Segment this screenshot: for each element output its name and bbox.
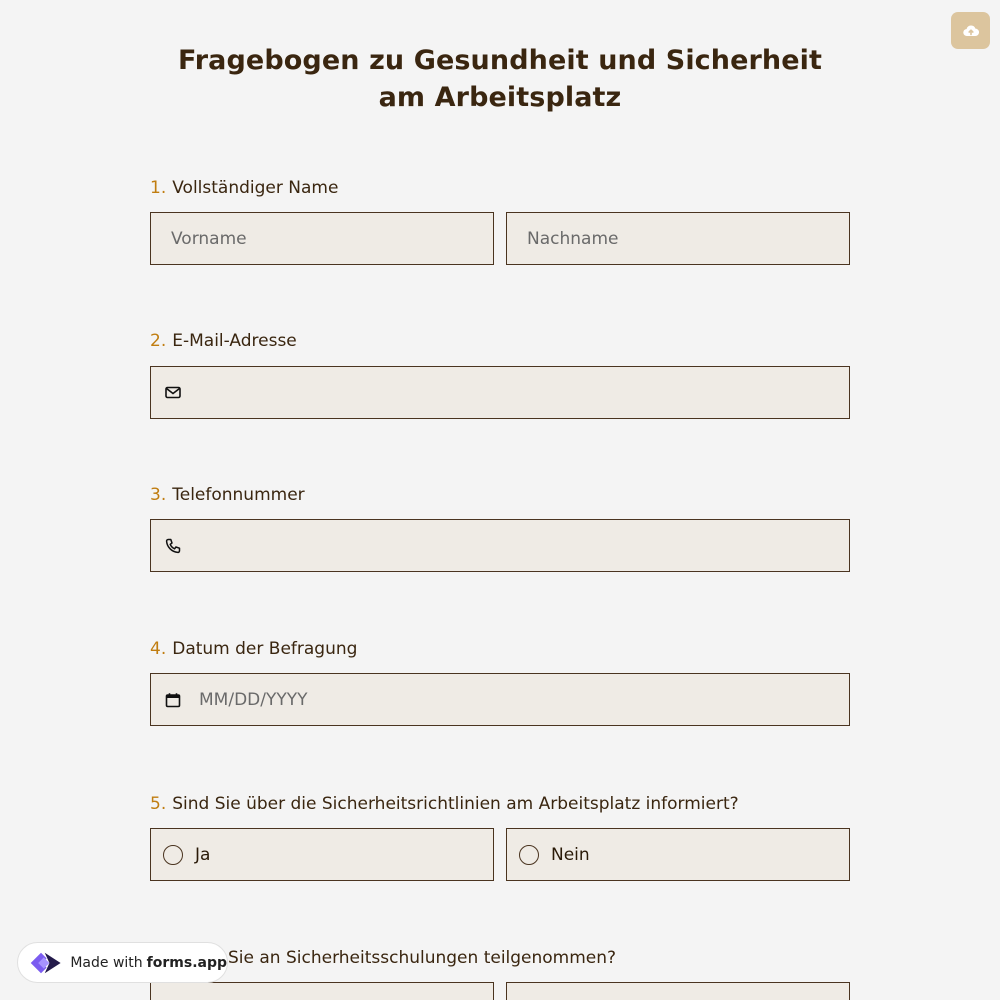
question-phone-label: 3. Telefonnummer [150, 484, 305, 506]
forms-app-logo-icon [30, 952, 61, 973]
radio-button[interactable] [163, 844, 183, 865]
phone-input[interactable] [150, 519, 850, 572]
radio-option-label: Ja [195, 844, 211, 865]
last-name-input[interactable]: Nachname [506, 212, 850, 265]
radio-option-label: Nein [551, 844, 590, 865]
question-safety-policy-label: 5. Sind Sie über die Sicherheitsrichtlini… [150, 793, 739, 815]
question-text: Vollständiger Name [172, 178, 339, 198]
save-progress-button[interactable] [951, 12, 990, 49]
question-text: E-Mail-Adresse [172, 331, 297, 351]
date-placeholder: MM/DD/YYYY [199, 689, 308, 710]
radio-option-ja[interactable]: Ja [150, 828, 494, 881]
question-full-name-label: 1. Vollständiger Name [150, 177, 338, 199]
cloud-upload-icon [962, 25, 979, 37]
question-number: 1. [150, 178, 167, 198]
badge-prefix: Made with [70, 954, 143, 971]
date-input[interactable]: MM/DD/YYYY [150, 673, 850, 726]
question-text: Sind Sie über die Sicherheitsrichtlinien… [172, 794, 739, 814]
radio-option-partial-left[interactable] [150, 982, 494, 1000]
first-name-input[interactable]: Vorname [150, 212, 494, 265]
question-email-label: 2. E-Mail-Adresse [150, 330, 297, 352]
question-text: Datum der Befragung [172, 639, 358, 659]
question-number: 3. [150, 485, 167, 505]
last-name-placeholder: Nachname [527, 228, 619, 249]
badge-brand: forms.app [146, 954, 227, 971]
question-date-label: 4. Datum der Befragung [150, 638, 357, 660]
radio-button[interactable] [519, 844, 539, 865]
question-text: Telefonnummer [172, 485, 305, 505]
question-number: 4. [150, 639, 167, 659]
radio-option-nein[interactable]: Nein [506, 828, 850, 881]
made-with-badge[interactable]: Made with forms.app [17, 942, 228, 983]
question-text: Sie an Sicherheitsschulungen teilgenomme… [228, 948, 617, 968]
question-training-label: Sie an Sicherheitsschulungen teilgenomme… [228, 947, 616, 969]
calendar-icon [165, 692, 181, 708]
question-number: 2. [150, 331, 167, 351]
radio-option-partial-right[interactable] [506, 982, 850, 1000]
email-input[interactable] [150, 366, 850, 419]
mail-icon [165, 386, 181, 399]
phone-icon [165, 538, 181, 554]
question-number: 5. [150, 794, 167, 814]
form-title: Fragebogen zu Gesundheit und Sicherheit … [177, 45, 823, 113]
first-name-placeholder: Vorname [171, 228, 247, 249]
